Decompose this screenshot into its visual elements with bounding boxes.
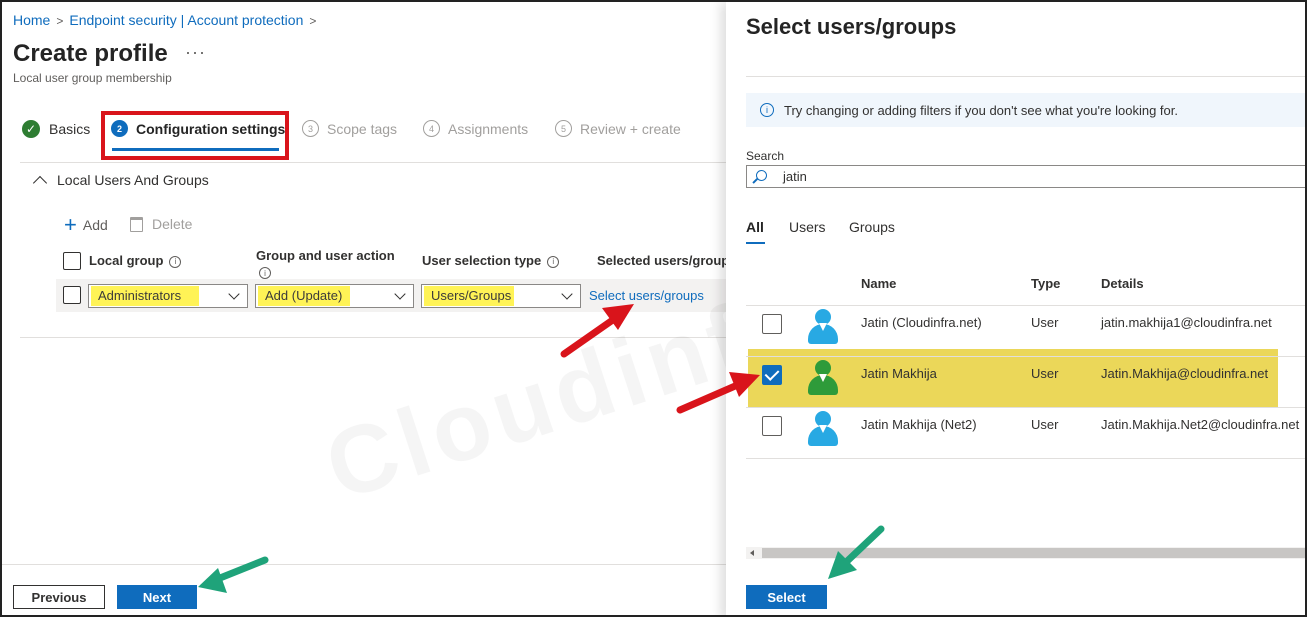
info-icon[interactable]: i [547, 255, 560, 268]
result-details: Jatin.Makhija.Net2@cloudinfra.net [1101, 417, 1300, 432]
column-selected-users-groups: Selected users/groups [597, 253, 737, 268]
result-details: jatin.makhija1@cloudinfra.net [1101, 315, 1272, 330]
table-row-selected[interactable]: Jatin Makhija User Jatin.Makhija@cloudin… [746, 356, 1305, 407]
user-avatar-icon [806, 360, 840, 396]
column-group-user-action: Group and user action [256, 248, 395, 263]
dropdown-value: Administrators [91, 286, 199, 306]
create-profile-page: Home > Endpoint security | Account protect… [2, 2, 736, 615]
step-review-create[interactable]: 5 Review + create [555, 120, 681, 137]
add-button[interactable]: + Add [64, 212, 108, 237]
chevron-down-icon [394, 288, 406, 300]
chevron-right-icon: > [56, 14, 64, 28]
scrollbar-thumb[interactable] [762, 548, 1305, 558]
user-selection-type-dropdown[interactable]: Users/Groups [421, 284, 581, 308]
screenshot-frame: Home > Endpoint security | Account protect… [0, 0, 1307, 617]
step-scope-tags[interactable]: 3 Scope tags [302, 120, 397, 137]
chevron-down-icon [561, 288, 573, 300]
local-group-dropdown[interactable]: Administrators [88, 284, 248, 308]
step-label: Scope tags [327, 120, 398, 137]
delete-button[interactable]: Delete [130, 216, 192, 232]
chevron-down-icon [228, 288, 240, 300]
chevron-up-icon [32, 175, 48, 190]
result-type: User [1031, 315, 1059, 330]
result-name: Jatin Makhija [861, 366, 937, 381]
step-label: Assignments [448, 120, 529, 137]
step-number-badge: 5 [555, 120, 572, 137]
result-type: User [1031, 366, 1059, 381]
dropdown-value: Add (Update) [258, 286, 350, 306]
next-button[interactable]: Next [117, 585, 197, 609]
breadcrumb: Home > Endpoint security | Account protect… [13, 12, 322, 28]
add-label: Add [82, 217, 108, 233]
result-name: Jatin Makhija (Net2) [861, 417, 977, 432]
row-checkbox-checked[interactable] [762, 365, 782, 385]
column-label: Group and user action [256, 248, 395, 263]
result-details: Jatin.Makhija@cloudinfra.net [1101, 366, 1269, 381]
section-label: Local Users And Groups [57, 172, 209, 188]
select-all-checkbox[interactable] [63, 252, 81, 270]
page-title: Create profile [13, 40, 168, 67]
column-local-group: Local group i [89, 253, 182, 268]
trash-icon [130, 216, 143, 232]
row-checkbox[interactable] [762, 416, 782, 436]
column-label: User selection type [422, 253, 542, 268]
step-label: Review + create [580, 120, 681, 137]
row-checkbox[interactable] [63, 286, 81, 304]
results-table: Jatin (Cloudinfra.net) User jatin.makhij… [726, 2, 1305, 615]
previous-button[interactable]: Previous [13, 585, 105, 609]
checkmark-circle-icon: ✓ [22, 120, 40, 138]
select-button[interactable]: Select [746, 585, 827, 609]
info-icon[interactable]: i [259, 267, 271, 279]
result-type: User [1031, 417, 1059, 432]
delete-label: Delete [152, 216, 193, 232]
plus-icon: + [64, 212, 77, 237]
scroll-left-arrow-icon[interactable] [750, 550, 754, 556]
dropdown-value: Users/Groups [424, 286, 514, 306]
breadcrumb-account-protection[interactable]: Endpoint security | Account protection [69, 12, 303, 28]
page-subtitle: Local user group membership [13, 71, 172, 85]
annotation-highlight-box [101, 111, 289, 160]
group-user-action-dropdown[interactable]: Add (Update) [255, 284, 414, 308]
step-assignments[interactable]: 4 Assignments [423, 120, 528, 137]
row-divider [746, 458, 1305, 459]
breadcrumb-home[interactable]: Home [13, 12, 50, 28]
user-avatar-icon [806, 411, 840, 447]
table-row[interactable]: Jatin (Cloudinfra.net) User jatin.makhij… [746, 305, 1305, 356]
user-avatar-icon [806, 309, 840, 345]
step-basics[interactable]: ✓ Basics [22, 120, 90, 138]
step-label: Basics [49, 121, 91, 137]
divider [20, 337, 726, 338]
horizontal-scrollbar[interactable] [746, 547, 1305, 559]
section-local-users-and-groups[interactable]: Local Users And Groups [32, 172, 209, 190]
select-users-groups-link[interactable]: Select users/groups [589, 288, 704, 303]
divider [20, 162, 726, 163]
table-row[interactable]: Jatin Makhija (Net2) User Jatin.Makhija.… [746, 407, 1305, 458]
step-number-badge: 3 [302, 120, 319, 137]
info-icon[interactable]: i [169, 255, 182, 268]
column-label: Local group [89, 253, 164, 268]
row-checkbox[interactable] [762, 314, 782, 334]
footer-divider [2, 564, 726, 565]
more-options-icon[interactable]: ··· [185, 42, 206, 63]
result-name: Jatin (Cloudinfra.net) [861, 315, 982, 330]
column-user-selection-type: User selection type i [422, 253, 560, 268]
chevron-right-icon: > [309, 14, 317, 28]
step-number-badge: 4 [423, 120, 440, 137]
